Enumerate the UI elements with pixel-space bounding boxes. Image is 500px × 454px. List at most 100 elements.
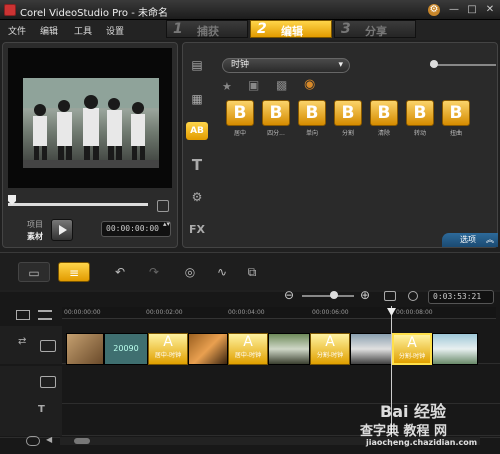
window-title: Corel VideoStudio Pro - 未命名 <box>20 8 168 19</box>
transition-thumbnail[interactable]: B <box>406 100 434 126</box>
timeline-scroll-thumb[interactable] <box>74 438 90 444</box>
preview-timecode[interactable]: 00:00:00:00 <box>101 221 171 237</box>
selected-transition-clip[interactable]: A 分割-时钟 <box>392 333 432 365</box>
options-button[interactable]: 选项 ︽ <box>442 233 498 247</box>
transition-thumbnail-label: 分割 <box>341 130 354 137</box>
tab-capture-label: 捕获 <box>197 25 219 38</box>
timeline-view-button[interactable]: ≡ <box>58 262 90 282</box>
apply-to-all-icon[interactable]: ▩ <box>276 78 287 92</box>
maximize-button[interactable]: □ <box>466 4 478 16</box>
transition-clip-label: 分割-时钟 <box>316 352 344 359</box>
options-label: 选项 <box>460 235 476 244</box>
help-icon[interactable]: ⚙ <box>428 4 440 16</box>
enlarge-icon[interactable] <box>157 200 169 212</box>
transition-thumbnail[interactable]: B <box>370 100 398 126</box>
title-icon[interactable]: T <box>186 156 208 174</box>
media-icon[interactable]: ▤ <box>186 56 208 74</box>
scroll-to-start-icon[interactable] <box>26 436 40 446</box>
transition-thumbnail[interactable]: B <box>262 100 290 126</box>
preview-video-frame <box>23 78 159 168</box>
transition-clip[interactable]: A 居中-时钟 <box>148 333 188 365</box>
menu-edit[interactable]: 编辑 <box>40 24 58 37</box>
apply-to-video-icon[interactable]: ▣ <box>248 78 259 92</box>
ruler-label: 00:00:08:00 <box>396 309 433 316</box>
video-track-toggle-icon[interactable]: ⇄ <box>18 336 26 347</box>
transition-thumbnail[interactable]: B <box>334 100 362 126</box>
clip-mode-label[interactable]: 素材 <box>27 231 43 242</box>
auto-music-icon[interactable]: ⧉ <box>240 262 264 282</box>
menu-settings[interactable]: 设置 <box>106 24 124 37</box>
transition-thumbnail-label: 单向 <box>305 130 318 137</box>
scrub-bar[interactable] <box>8 203 148 206</box>
timecode-stepper-icon[interactable]: ▴▾ <box>163 221 171 228</box>
tab-capture[interactable]: 1 捕获 <box>166 20 248 38</box>
watermark-brand: Bai 经验 <box>380 402 447 421</box>
video-track-icon <box>40 340 56 352</box>
instant-project-icon[interactable]: ▦ <box>186 90 208 108</box>
ruler-label: 00:00:06:00 <box>312 309 349 316</box>
tab-share[interactable]: 3 分享 <box>334 20 416 38</box>
duration-clock-icon <box>408 291 418 301</box>
ruler-label: 00:00:04:00 <box>228 309 265 316</box>
watermark-url: jiaocheng.chazidian.com <box>366 438 478 447</box>
menu-tools[interactable]: 工具 <box>74 24 92 37</box>
track-manager-icon[interactable] <box>16 310 30 320</box>
redo-icon[interactable]: ↷ <box>142 262 166 282</box>
transition-clip[interactable]: A 居中-时钟 <box>228 333 268 365</box>
undo-icon[interactable]: ↶ <box>108 262 132 282</box>
ruler-label: 00:00:00:00 <box>64 309 101 316</box>
options-icon[interactable]: ◉ <box>304 77 315 92</box>
transition-icon[interactable]: AB <box>186 122 208 140</box>
zoom-slider-knob[interactable] <box>330 291 338 299</box>
tab-share-label: 分享 <box>365 25 387 38</box>
people-figures <box>23 78 159 168</box>
minimize-button[interactable]: — <box>448 4 460 16</box>
category-dropdown[interactable]: 时钟 ▾ <box>222 58 350 73</box>
chapter-cue-icon[interactable] <box>38 310 52 320</box>
ruler-label: 00:00:02:00 <box>146 309 183 316</box>
zoom-slider[interactable] <box>302 295 354 297</box>
tab-edit[interactable]: 2 编辑 <box>250 20 332 38</box>
overlay-track-icon <box>40 376 56 388</box>
video-clip[interactable] <box>432 333 478 365</box>
category-dropdown-value: 时钟 <box>231 60 250 70</box>
transition-thumbnail[interactable]: B <box>226 100 254 126</box>
sound-mixer-icon[interactable]: ∿ <box>210 262 234 282</box>
close-button[interactable]: ✕ <box>484 4 496 16</box>
transition-thumbnail-label: 居中 <box>233 130 246 137</box>
graphic-icon[interactable]: ⚙ <box>186 188 208 206</box>
tab-share-number: 3 <box>341 21 351 37</box>
video-clip[interactable] <box>268 333 310 365</box>
chevron-down-icon: ▾ <box>338 60 343 70</box>
play-button[interactable] <box>51 219 73 241</box>
preview-screen <box>8 48 172 188</box>
transition-clip[interactable]: A 分割-时钟 <box>310 333 350 365</box>
project-mode-label[interactable]: 项目 <box>27 219 43 230</box>
project-duration-timecode[interactable]: 0:03:53:21 <box>428 290 494 304</box>
zoom-out-icon[interactable]: ⊖ <box>284 288 294 302</box>
filter-icon[interactable]: FX <box>186 221 208 239</box>
transition-clip-glyph: A <box>243 334 253 350</box>
app-logo-icon <box>4 4 16 16</box>
transition-thumbnail-label: 四分... <box>267 130 285 137</box>
add-to-favorites-icon[interactable]: ★ <box>222 80 232 93</box>
transition-thumbnail-label: 转动 <box>413 130 426 137</box>
video-clip[interactable]: 20090 <box>104 333 148 365</box>
menu-file[interactable]: 文件 <box>8 24 26 37</box>
video-clip[interactable] <box>66 333 104 365</box>
app-window: Corel VideoStudio Pro - 未命名 ⚙ — □ ✕ 文件 编… <box>0 0 500 454</box>
transition-thumbnail[interactable]: B <box>298 100 326 126</box>
video-clip[interactable] <box>350 333 392 365</box>
storyboard-view-button[interactable]: ▭ <box>18 262 50 282</box>
thumbnail-size-knob[interactable] <box>430 60 438 68</box>
play-icon <box>59 225 67 235</box>
transition-clip-label: 居中-时钟 <box>154 352 182 359</box>
video-clip[interactable] <box>188 333 228 365</box>
watermark-site: 查字典 教程 网 <box>360 424 448 439</box>
zoom-in-icon[interactable]: ⊕ <box>360 288 370 302</box>
scroll-left-icon[interactable]: ◀ <box>46 435 52 444</box>
thumbnail-size-slider[interactable] <box>430 64 496 66</box>
transition-thumbnail[interactable]: B <box>442 100 470 126</box>
record-capture-icon[interactable]: ◎ <box>178 262 202 282</box>
fit-project-icon[interactable] <box>384 291 396 301</box>
